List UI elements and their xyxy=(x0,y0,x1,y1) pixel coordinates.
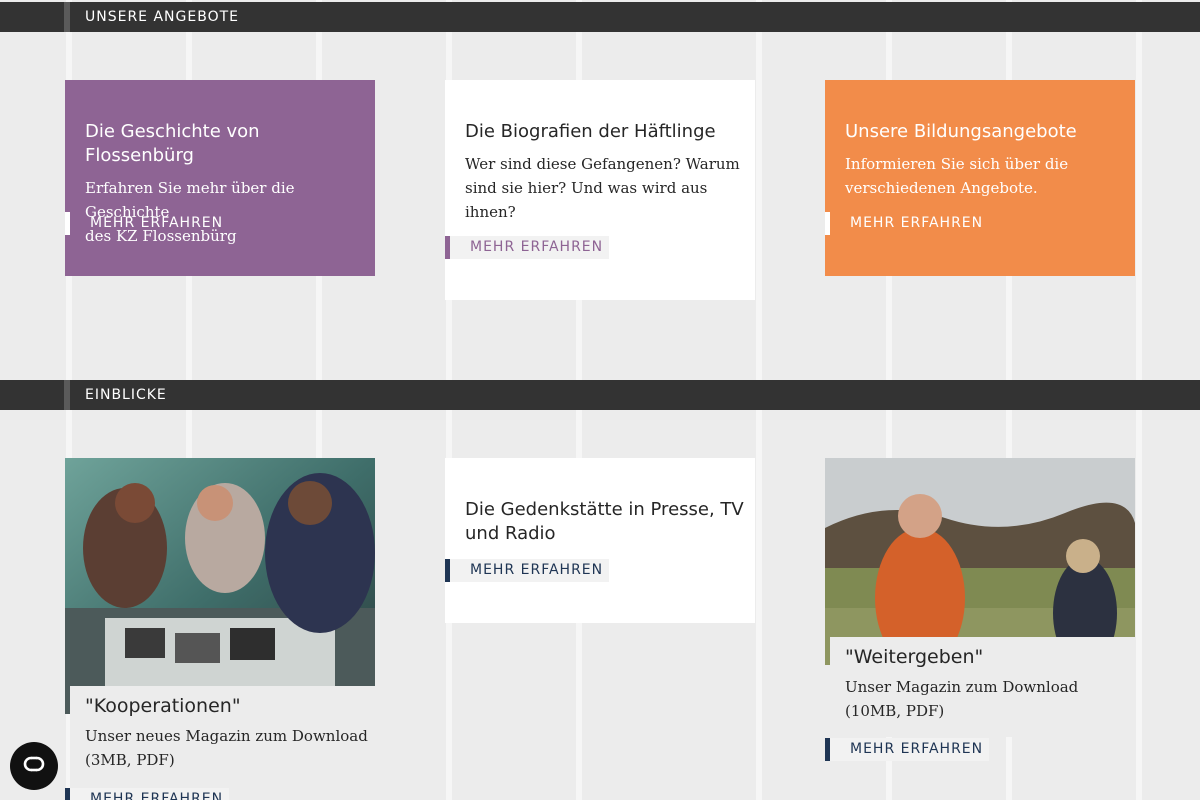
card-text-line: Unser neues Magazin zum Download xyxy=(85,727,368,745)
card-presse[interactable]: Die Gedenkstätte in Presse, TV und Radio… xyxy=(445,458,755,623)
card-kooperationen[interactable]: "Kooperationen" Unser neues Magazin zum … xyxy=(65,458,375,800)
mehr-erfahren-link[interactable]: MEHR ERFAHREN xyxy=(445,236,609,259)
photo-weitergeben xyxy=(825,458,1135,665)
card-title: und Radio xyxy=(465,523,556,544)
card-text-line: Informieren Sie sich über die xyxy=(845,155,1069,173)
mehr-erfahren-link[interactable]: MEHR ERFAHREN xyxy=(445,559,609,582)
card-weitergeben[interactable]: "Weitergeben" Unser Magazin zum Download… xyxy=(825,458,1135,768)
mehr-erfahren-link[interactable]: MEHR ERFAHREN xyxy=(825,212,983,235)
card-title: Die Geschichte von Flossenbürg xyxy=(85,121,260,166)
cookie-settings-icon xyxy=(21,755,47,777)
caption-box: "Weitergeben" Unser Magazin zum Download… xyxy=(830,637,1135,737)
mehr-erfahren-link[interactable]: MEHR ERFAHREN xyxy=(825,738,989,761)
card-text-line: Wer sind diese Gefangenen? Warum xyxy=(465,155,740,173)
card-text-line: Unser Magazin zum Download xyxy=(845,678,1079,696)
mehr-erfahren-link[interactable]: MEHR ERFAHREN xyxy=(65,212,223,235)
photo-kooperationen xyxy=(65,458,375,714)
card-text-line: verschiedenen Angebote. xyxy=(845,179,1038,197)
card-biografien[interactable]: Die Biografien der Häftlinge Wer sind di… xyxy=(445,80,755,300)
card-text-line: ihnen? xyxy=(465,203,516,221)
card-bildungsangebote[interactable]: Unsere Bildungsangebote Informieren Sie … xyxy=(825,80,1135,276)
card-title: Die Biografien der Häftlinge xyxy=(465,121,716,142)
card-text-line: sind sie hier? Und was wird aus xyxy=(465,179,708,197)
section-title: EINBLICKE xyxy=(85,387,167,403)
card-title: Unsere Bildungsangebote xyxy=(845,121,1077,142)
caption-box: "Kooperationen" Unser neues Magazin zum … xyxy=(70,686,375,800)
card-geschichte[interactable]: Die Geschichte von Flossenbürg Erfahren … xyxy=(65,80,375,276)
section-header-einblicke: EINBLICKE xyxy=(0,380,1200,410)
cookie-settings-button[interactable] xyxy=(10,742,58,790)
section-title: UNSERE ANGEBOTE xyxy=(85,9,239,25)
card-title: "Kooperationen" xyxy=(85,695,241,717)
card-title: Die Gedenkstätte in Presse, TV xyxy=(465,499,744,520)
section-header-angebote: UNSERE ANGEBOTE xyxy=(0,2,1200,32)
card-text-line: (10MB, PDF) xyxy=(845,702,945,720)
card-text-line: (3MB, PDF) xyxy=(85,751,175,769)
mehr-erfahren-link[interactable]: MEHR ERFAHREN xyxy=(65,788,229,800)
card-title: "Weitergeben" xyxy=(845,646,984,668)
